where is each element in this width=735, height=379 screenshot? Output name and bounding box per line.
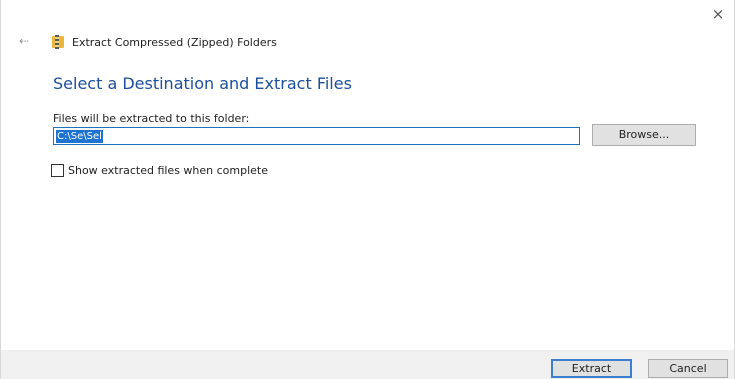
- cancel-button[interactable]: Cancel: [648, 359, 728, 378]
- zip-folder-icon: [52, 35, 66, 49]
- back-arrow-icon: ⇠: [18, 34, 30, 48]
- extract-dialog: × ⇠ Extract Compressed (Zipped) Folders …: [0, 0, 735, 379]
- dialog-title-bar: Extract Compressed (Zipped) Folders: [52, 33, 277, 51]
- close-icon: ×: [711, 5, 725, 23]
- extract-button[interactable]: Extract: [551, 359, 632, 378]
- page-heading: Select a Destination and Extract Files: [53, 74, 352, 93]
- destination-label: Files will be extracted to this folder:: [53, 112, 250, 125]
- dialog-title: Extract Compressed (Zipped) Folders: [72, 35, 277, 49]
- show-files-checkbox[interactable]: [51, 164, 64, 177]
- show-files-label: Show extracted files when complete: [68, 164, 269, 177]
- back-button[interactable]: ⇠: [14, 33, 34, 49]
- destination-input-value: C:\Se\Sel: [56, 129, 103, 143]
- browse-button[interactable]: Browse...: [592, 124, 696, 146]
- show-files-option[interactable]: Show extracted files when complete: [51, 164, 268, 177]
- close-button[interactable]: ×: [704, 3, 732, 25]
- destination-input[interactable]: C:\Se\Sel: [53, 127, 580, 145]
